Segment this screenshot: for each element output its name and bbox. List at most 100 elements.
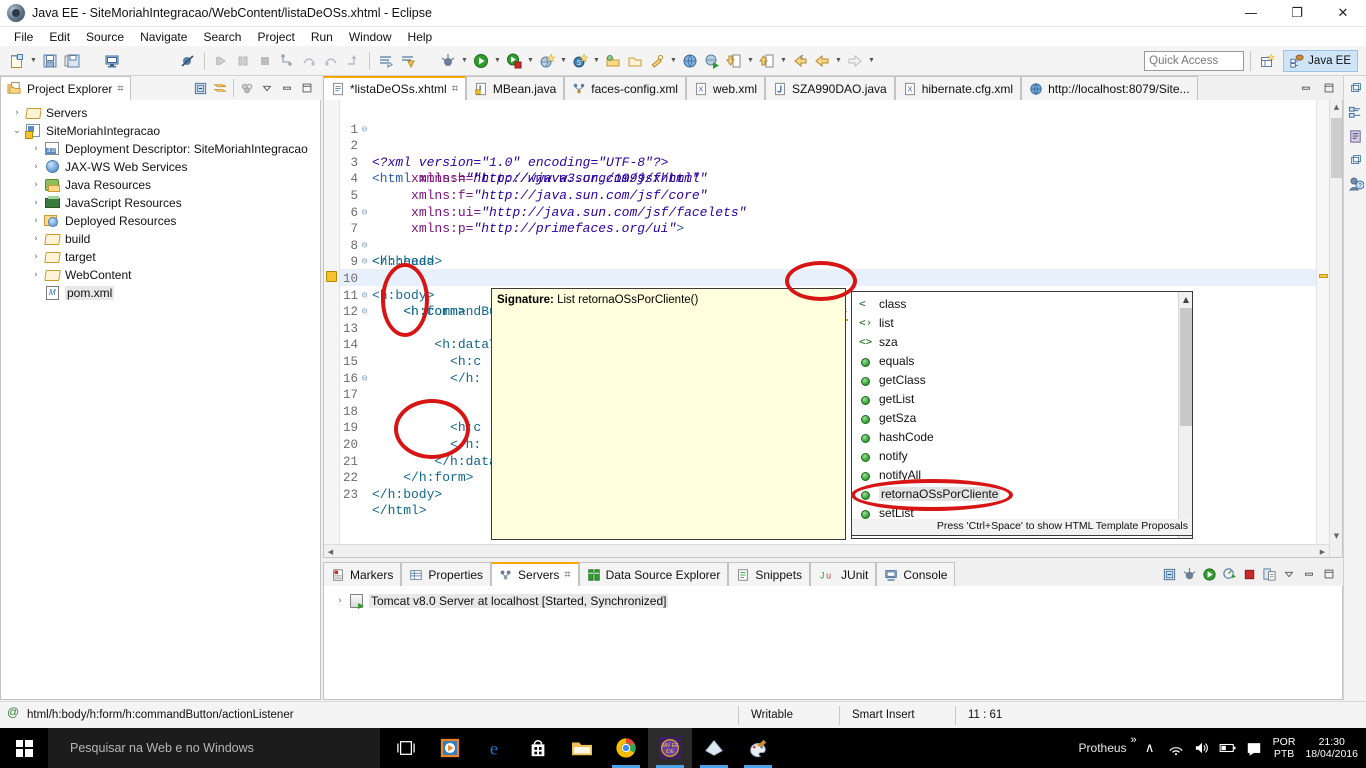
tab-mbean-java[interactable]: MBean.java (465, 76, 565, 100)
chevron-right-icon[interactable]: › (28, 230, 44, 248)
battery-icon[interactable] (1215, 728, 1241, 768)
perspective-java-ee[interactable]: Java EE (1283, 49, 1358, 72)
project-explorer-tree[interactable]: › Servers ⌄ SiteMoriahIntegracao › 3.0 D… (0, 100, 321, 700)
tree-item-target[interactable]: › target (1, 248, 320, 266)
menu-edit[interactable]: Edit (41, 29, 78, 45)
back-icon[interactable] (789, 50, 811, 72)
tab-markers[interactable]: Markers (323, 562, 402, 586)
tab-snippets[interactable]: Snippets (728, 562, 811, 586)
chevron-right-icon[interactable]: › (9, 104, 25, 122)
tab-properties[interactable]: Properties (401, 562, 492, 586)
new-ejb-icon[interactable]: S (569, 50, 591, 72)
sticky-notes-icon[interactable] (692, 728, 736, 768)
server-row[interactable]: › Tomcat v8.0 Server at localhost [Start… (324, 592, 1342, 610)
import-dropdown-icon[interactable]: ▼ (745, 50, 756, 72)
fold-toggle[interactable]: ⊖ (359, 206, 370, 223)
tree-item-jax-ws-web-services[interactable]: › JAX-WS Web Services (1, 158, 320, 176)
action-center-icon[interactable] (1241, 728, 1267, 768)
search-icon[interactable] (646, 50, 668, 72)
restore-view-icon[interactable] (1344, 76, 1366, 100)
debug-server-icon[interactable] (1179, 564, 1199, 584)
restore-view-icon-2[interactable] (1344, 148, 1366, 172)
tab-web-xml[interactable]: X web.xml (685, 76, 765, 100)
overview-ruler[interactable] (1316, 100, 1329, 557)
fold-toggle[interactable]: ⊖ (359, 289, 370, 306)
help-view-icon[interactable]: ? (1344, 172, 1366, 196)
quick-access-input[interactable]: Quick Access (1144, 50, 1245, 71)
collapse-all-icon[interactable] (190, 78, 210, 98)
tab-sza990dao-java[interactable]: SZA990DAO.java (765, 76, 895, 100)
chevron-right-icon[interactable]: › (28, 212, 44, 230)
fold-toggle[interactable]: ⊖ (359, 372, 370, 389)
minimize-button[interactable]: — (1228, 0, 1274, 27)
tree-item-pom-xml[interactable]: pom.xml (1, 284, 320, 302)
export-icon[interactable] (756, 50, 778, 72)
new-wizard-dropdown-icon[interactable]: ▼ (28, 50, 39, 72)
new-server-icon[interactable] (536, 50, 558, 72)
collapse-all-icon[interactable] (1159, 564, 1179, 584)
content-assist-popup[interactable]: < class <› list <> sza equals getClass g… (851, 291, 1193, 539)
view-menu-icon[interactable] (257, 78, 277, 98)
view-menu-icon[interactable] (1279, 564, 1299, 584)
network-icon[interactable] (1163, 728, 1189, 768)
maximize-view-icon[interactable] (1319, 564, 1339, 584)
menu-run[interactable]: Run (303, 29, 341, 45)
save-all-icon[interactable] (61, 50, 83, 72)
menu-search[interactable]: Search (195, 29, 249, 45)
content-assist-list[interactable]: < class <› list <> sza equals getClass g… (852, 294, 1178, 522)
chrome-icon[interactable] (604, 728, 648, 768)
minimize-editor-icon[interactable] (1296, 78, 1316, 98)
tab-hibernate-cfg-xml[interactable]: X hibernate.cfg.xml (894, 76, 1022, 100)
chevron-right-icon[interactable]: › (28, 140, 44, 158)
import-icon[interactable] (723, 50, 745, 72)
chevron-right-icon[interactable]: › (28, 266, 44, 284)
tray-chevron-up-icon[interactable]: ∧ (1137, 728, 1163, 768)
clock[interactable]: 21:30 18/04/2016 (1301, 736, 1366, 760)
run-server-icon[interactable] (503, 50, 525, 72)
run-server-dropdown-icon[interactable]: ▼ (525, 50, 536, 72)
servers-view-body[interactable]: › Tomcat v8.0 Server at localhost [Start… (323, 586, 1343, 700)
proposal-equals[interactable]: equals (852, 351, 1178, 370)
tab-servers[interactable]: Servers ⌗ (491, 562, 579, 586)
proposal-notify[interactable]: notify (852, 446, 1178, 465)
tab-console[interactable]: Console (876, 562, 956, 586)
run-icon[interactable] (470, 50, 492, 72)
tab-browser-localhost[interactable]: http://localhost:8079/Site... (1021, 76, 1198, 100)
scroll-up-icon[interactable]: ▲ (1330, 100, 1342, 114)
scrollbar-thumb[interactable] (1180, 308, 1192, 426)
tab-faces-config-xml[interactable]: faces-config.xml (564, 76, 686, 100)
proposal-list[interactable]: <› list (852, 313, 1178, 332)
fold-toggle[interactable]: ⊖ (359, 239, 370, 256)
scroll-left-icon[interactable]: ◀ (324, 545, 337, 557)
link-with-editor-icon[interactable] (210, 78, 230, 98)
start-button[interactable] (0, 728, 48, 768)
open-console-icon[interactable] (101, 50, 123, 72)
previous-annotation-icon[interactable] (397, 50, 419, 72)
tree-item-java-resources[interactable]: › Java Resources (1, 176, 320, 194)
chevron-right-icon[interactable]: › (28, 158, 44, 176)
save-icon[interactable] (39, 50, 61, 72)
maximize-view-icon[interactable] (297, 78, 317, 98)
tree-item-deployment-descriptor[interactable]: › 3.0 Deployment Descriptor: SiteMoriahI… (1, 140, 320, 158)
proposal-getlist[interactable]: getList (852, 389, 1178, 408)
fold-toggle[interactable]: ⊖ (359, 123, 370, 140)
debug-icon[interactable] (437, 50, 459, 72)
skip-breakpoints-icon[interactable] (177, 50, 199, 72)
eclipse-taskbar-icon[interactable]: JAV EE IDE (648, 728, 692, 768)
tab-project-explorer[interactable]: Project Explorer ⌗ (0, 76, 131, 100)
scrollbar-thumb[interactable] (1331, 118, 1342, 178)
taskbar-search-input[interactable]: Pesquisar na Web e no Windows (48, 728, 380, 768)
editor-vertical-scrollbar[interactable]: ▲ ▼ (1329, 100, 1342, 557)
proposal-sza[interactable]: <> sza (852, 332, 1178, 351)
fold-toggle[interactable]: ⊖ (359, 305, 370, 322)
debug-dropdown-icon[interactable]: ▼ (459, 50, 470, 72)
close-icon[interactable]: ⌗ (452, 82, 458, 96)
menu-help[interactable]: Help (400, 29, 441, 45)
tree-item-sitemoriahintegracao[interactable]: ⌄ SiteMoriahIntegracao (1, 122, 320, 140)
stop-server-icon[interactable] (1239, 564, 1259, 584)
open-type-icon[interactable] (624, 50, 646, 72)
minimize-view-icon[interactable] (1299, 564, 1319, 584)
edge-browser-icon[interactable]: e (472, 728, 516, 768)
tab-junit[interactable]: Ju JUnit (810, 562, 877, 586)
tree-item-servers[interactable]: › Servers (1, 104, 320, 122)
